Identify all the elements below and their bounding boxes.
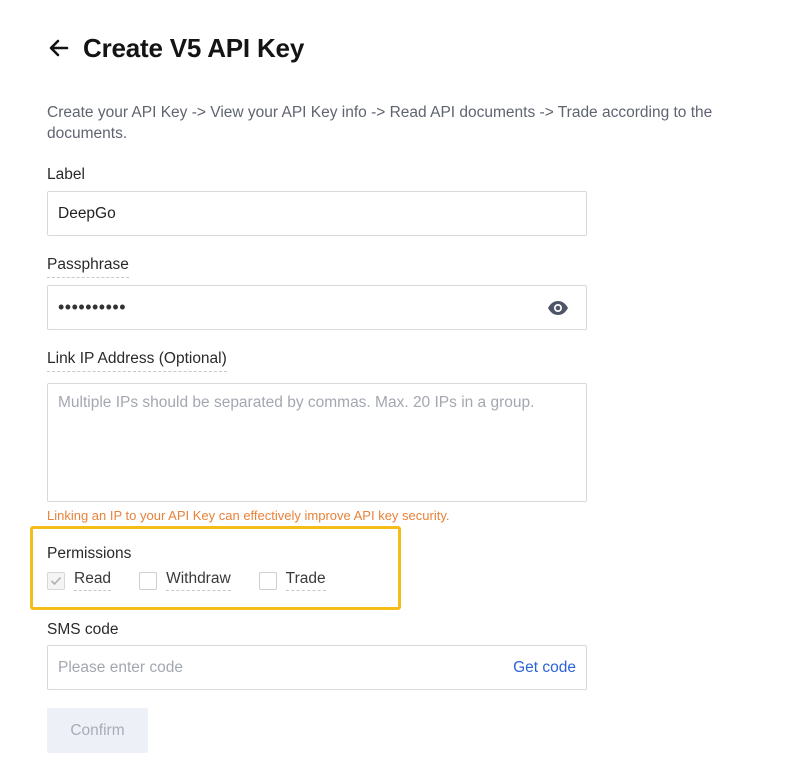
label-field[interactable] xyxy=(47,191,587,236)
sms-code-label: SMS code xyxy=(47,621,119,638)
ip-address-label: Link IP Address (Optional) xyxy=(47,350,227,372)
toggle-visibility-button[interactable] xyxy=(546,296,570,320)
sms-code-field[interactable]: Get code xyxy=(47,645,587,690)
trade-checkbox[interactable] xyxy=(258,571,277,590)
permission-read: Read xyxy=(47,570,112,591)
read-checkbox[interactable] xyxy=(47,571,65,590)
passphrase-field[interactable] xyxy=(47,285,587,330)
arrow-left-icon xyxy=(49,39,69,57)
page-header: Create V5 API Key xyxy=(47,30,304,66)
permission-trade[interactable]: Trade xyxy=(258,570,326,591)
checkmark-icon xyxy=(50,576,62,585)
intro-text: Create your API Key -> View your API Key… xyxy=(47,104,713,142)
ip-security-hint: Linking an IP to your API Key can effect… xyxy=(47,508,450,523)
eye-icon xyxy=(548,300,568,315)
permissions-label: Permissions xyxy=(47,545,132,562)
withdraw-checkbox[interactable] xyxy=(139,571,158,590)
permissions-highlight xyxy=(30,526,401,610)
passphrase-input[interactable] xyxy=(48,286,546,329)
page-title: Create V5 API Key xyxy=(83,32,305,63)
sms-code-input[interactable] xyxy=(48,646,514,689)
get-code-button[interactable]: Get code xyxy=(513,659,576,677)
withdraw-label[interactable]: Withdraw xyxy=(166,570,231,591)
read-label: Read xyxy=(74,570,112,591)
ip-address-input[interactable] xyxy=(48,384,586,501)
ip-address-field[interactable] xyxy=(47,383,587,502)
back-button[interactable] xyxy=(47,30,75,66)
trade-label[interactable]: Trade xyxy=(285,570,326,591)
label-input[interactable] xyxy=(48,192,586,235)
passphrase-label: Passphrase xyxy=(47,256,129,278)
label-field-label: Label xyxy=(47,166,85,183)
permissions-options: Read Withdraw Trade xyxy=(47,570,354,591)
permission-withdraw[interactable]: Withdraw xyxy=(139,570,231,591)
confirm-button[interactable]: Confirm xyxy=(47,708,148,753)
